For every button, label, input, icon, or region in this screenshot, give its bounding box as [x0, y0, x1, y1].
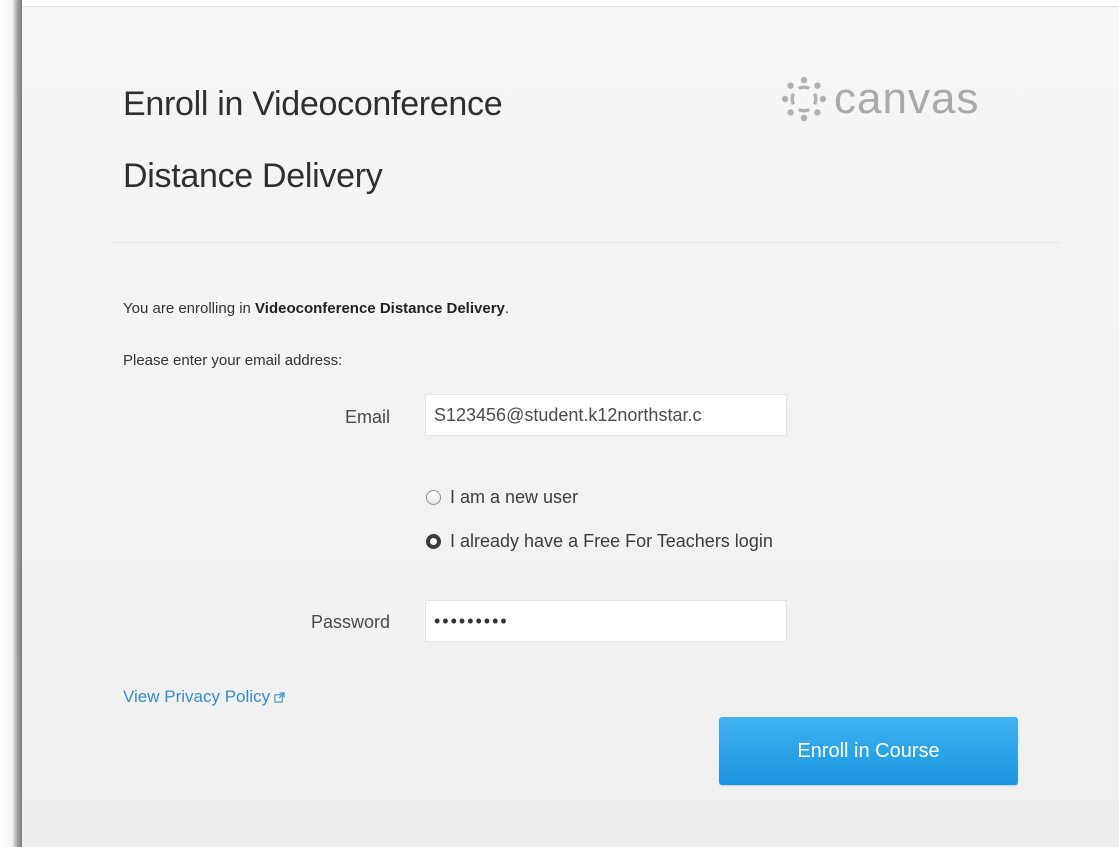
radio-existing-login-label: I already have a Free For Teachers login	[450, 531, 773, 551]
radio-existing-login[interactable]: I already have a Free For Teachers login	[426, 531, 773, 552]
radio-button-unselected[interactable]	[426, 490, 441, 505]
radio-new-user[interactable]: I am a new user	[426, 487, 578, 508]
logo-wordmark: canvas	[834, 74, 980, 123]
enroll-in-course-button[interactable]: Enroll in Course	[719, 717, 1018, 785]
intro-course-name: Videoconference Distance Delivery	[255, 300, 505, 317]
privacy-policy-link[interactable]: View Privacy Policy	[123, 687, 285, 707]
privacy-policy-label[interactable]: View Privacy Policy	[123, 687, 270, 707]
external-link-icon	[274, 691, 285, 703]
canvas-logo: canvas	[780, 69, 979, 129]
radio-button-selected[interactable]	[426, 534, 441, 549]
header-divider	[110, 242, 1060, 243]
top-edge	[0, 0, 1119, 7]
enroll-dialog: Enroll in Videoconference Distance Deliv…	[22, 7, 1119, 847]
email-label: Email	[344, 407, 390, 427]
enroll-intro: You are enrolling in Videoconference Dis…	[123, 300, 509, 317]
email-field[interactable]: S123456@student.k12northstar.c	[425, 394, 787, 436]
password-field[interactable]: •••••••••	[425, 600, 787, 642]
intro-prefix: You are enrolling in	[123, 300, 256, 317]
left-edge	[0, 0, 22, 847]
page-title-line-1: Enroll in Videoconference	[123, 85, 503, 123]
canvas-logo-icon	[781, 76, 827, 122]
window: Enroll in Videoconference Distance Deliv…	[0, 0, 1119, 847]
email-prompt: Please enter your email address:	[123, 352, 343, 369]
radio-new-user-label: I am a new user	[450, 487, 579, 507]
intro-suffix: .	[504, 300, 510, 317]
password-label: Password	[310, 612, 390, 632]
page-title-line-2: Distance Delivery	[123, 157, 383, 195]
